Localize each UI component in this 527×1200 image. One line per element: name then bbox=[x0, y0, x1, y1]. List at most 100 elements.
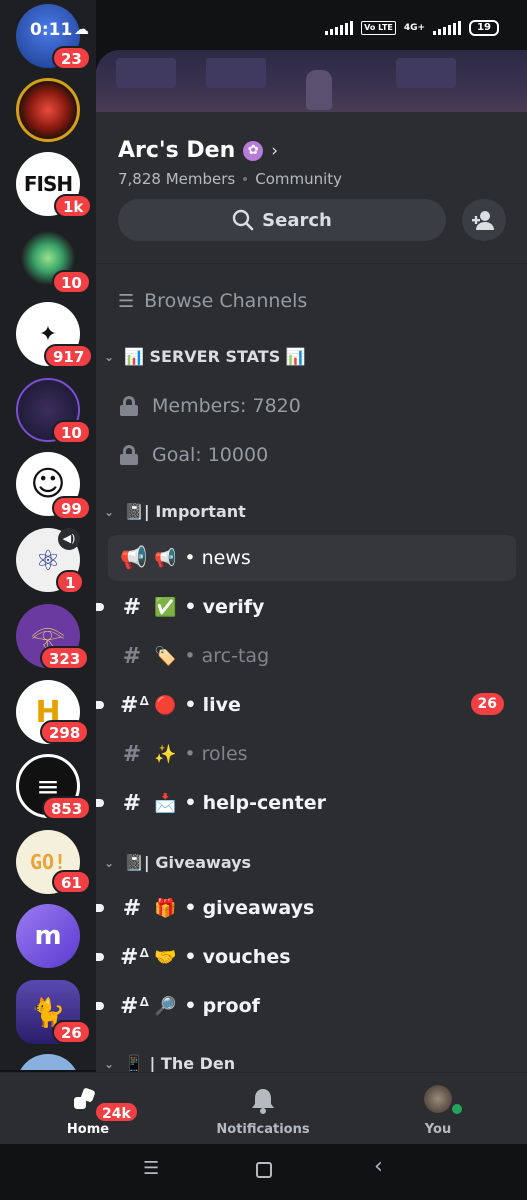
server-badge: 10 bbox=[52, 420, 91, 444]
signal-icon-2 bbox=[433, 21, 462, 35]
server-header[interactable]: Arc's Den ✿ › bbox=[118, 138, 278, 163]
home-badge: 24k bbox=[94, 1101, 139, 1123]
home-button[interactable] bbox=[256, 1162, 272, 1178]
search-button[interactable]: Search bbox=[118, 199, 446, 241]
bullet: • bbox=[184, 897, 197, 919]
server-rail: 23 FISH 1k 10 ✦ 917 10 ☺ 99 ⚛ ◀) 1 𓂀 323… bbox=[0, 0, 96, 1070]
bullet: • bbox=[184, 946, 197, 968]
browse-channels-label: Browse Channels bbox=[144, 290, 308, 312]
bullet: • bbox=[184, 743, 196, 765]
avatar bbox=[424, 1085, 452, 1113]
signal-icon bbox=[325, 21, 354, 35]
recents-button[interactable]: ☰ bbox=[143, 1158, 159, 1179]
network-type: 4G+ bbox=[403, 22, 426, 33]
browse-channels[interactable]: ☰ Browse Channels bbox=[118, 281, 307, 321]
channel-news[interactable]: 📢 📢 • news bbox=[108, 535, 516, 581]
hashtag-icon: # bbox=[122, 741, 142, 767]
invite-members-button[interactable] bbox=[462, 199, 506, 241]
server-type: Community bbox=[255, 170, 343, 188]
nav-you-label: You bbox=[424, 1122, 452, 1137]
boost-icon: ✿ bbox=[243, 140, 264, 161]
channel-emoji: 📩 bbox=[154, 792, 177, 814]
banner-window bbox=[206, 58, 266, 88]
channel-verify[interactable]: # ✅ • verify bbox=[96, 584, 516, 630]
bullet: • bbox=[184, 596, 197, 618]
unread-indicator bbox=[96, 904, 104, 912]
channel-name: proof bbox=[202, 995, 260, 1017]
channel-name: news bbox=[201, 547, 251, 569]
search-icon bbox=[232, 209, 254, 231]
channel-emoji: 🤝 bbox=[154, 946, 177, 968]
lock-icon bbox=[120, 445, 138, 465]
server-logo-text: FISH bbox=[23, 172, 73, 196]
unread-indicator bbox=[96, 701, 104, 709]
hashtag-icon: # bbox=[122, 895, 142, 921]
server-badge: 61 bbox=[52, 870, 91, 894]
channel-name: verify bbox=[202, 596, 265, 618]
channel-panel: Arc's Den ✿ › 7,828 Members Community Se… bbox=[96, 50, 527, 1072]
channel-emoji: 🔎 bbox=[154, 995, 177, 1017]
channel-name: giveaways bbox=[202, 897, 315, 919]
server-badge: 853 bbox=[42, 796, 92, 820]
browse-channels-icon: ☰ bbox=[118, 290, 135, 312]
server-badge: 323 bbox=[40, 646, 90, 670]
server-badge: 26 bbox=[52, 1020, 91, 1044]
server-badge: 1k bbox=[54, 194, 93, 218]
unread-indicator bbox=[96, 603, 104, 611]
server-icon-15[interactable] bbox=[16, 1054, 80, 1070]
nav-notifications-label: Notifications bbox=[216, 1122, 310, 1137]
banner-window bbox=[116, 58, 176, 88]
cloud-icon: ☁ bbox=[74, 20, 89, 38]
volte-icon: Vo LTE bbox=[361, 21, 396, 35]
chevron-down-icon: ⌄ bbox=[104, 349, 115, 364]
bottom-nav: 24k Home Notifications You bbox=[0, 1072, 527, 1144]
channel-vouches[interactable]: #ᐞ 🤝 • vouches bbox=[96, 934, 516, 980]
bullet: • bbox=[184, 995, 197, 1017]
server-badge: 10 bbox=[52, 270, 91, 294]
server-banner bbox=[96, 50, 527, 112]
category-the-den[interactable]: ⌄ 📱 | The Den bbox=[104, 1054, 235, 1072]
channel-name: live bbox=[202, 694, 241, 716]
nav-you[interactable]: You bbox=[398, 1073, 478, 1145]
separator-dot bbox=[243, 177, 248, 181]
category-important[interactable]: ⌄ 📓| Important bbox=[104, 502, 246, 521]
channel-roles[interactable]: # ✨ • roles bbox=[108, 731, 516, 777]
channel-emoji: ✨ bbox=[154, 743, 177, 765]
bullet: • bbox=[184, 792, 197, 814]
voice-icon: ◀) bbox=[58, 528, 80, 550]
channel-members-stat[interactable]: Members: 7820 bbox=[108, 383, 516, 429]
back-button[interactable]: ‹ bbox=[374, 1154, 383, 1179]
channel-name: vouches bbox=[202, 946, 291, 968]
channel-giveaways[interactable]: # 🎁 • giveaways bbox=[96, 885, 516, 931]
battery-icon: 19 bbox=[469, 20, 499, 36]
nav-notifications[interactable]: Notifications bbox=[203, 1073, 323, 1145]
nav-home[interactable]: 24k Home bbox=[48, 1073, 139, 1145]
status-bar: 0:11 ☁ Vo LTE 4G+ 19 bbox=[0, 0, 527, 50]
channel-emoji: 🎁 bbox=[154, 897, 177, 919]
hashtag-icon: # bbox=[122, 594, 142, 620]
channel-proof[interactable]: #ᐞ 🔎 • proof bbox=[96, 983, 516, 1029]
channel-emoji: 🏷️ bbox=[154, 645, 177, 667]
category-server-stats[interactable]: ⌄ 📊 SERVER STATS 📊 bbox=[104, 347, 306, 366]
channel-help-center[interactable]: # 📩 • help-center bbox=[96, 780, 516, 826]
locked-hashtag-icon: #ᐞ bbox=[120, 993, 151, 1019]
bullet: • bbox=[184, 645, 196, 667]
server-icon-13[interactable]: m bbox=[16, 904, 80, 968]
category-giveaways[interactable]: ⌄ 📓| Giveaways bbox=[104, 853, 251, 872]
channel-goal-stat[interactable]: Goal: 10000 bbox=[108, 432, 516, 478]
channel-name: help-center bbox=[202, 792, 327, 814]
channel-live[interactable]: #ᐞ 🔴 • live 26 bbox=[96, 682, 516, 728]
nav-home-label: Home bbox=[66, 1122, 110, 1137]
server-icon-2[interactable] bbox=[16, 78, 80, 142]
category-label: 📓| Giveaways bbox=[124, 853, 252, 872]
banner-cat bbox=[306, 70, 332, 110]
channel-name: roles bbox=[201, 743, 248, 765]
hashtag-icon: # bbox=[122, 790, 142, 816]
online-status bbox=[449, 1101, 465, 1117]
server-badge: 1 bbox=[56, 570, 85, 594]
channel-arc-tag[interactable]: # 🏷️ • arc-tag bbox=[108, 633, 516, 679]
clock: 0:11 bbox=[30, 20, 73, 40]
bell-icon bbox=[252, 1089, 274, 1114]
server-badge: 917 bbox=[44, 344, 94, 368]
divider bbox=[96, 263, 527, 264]
